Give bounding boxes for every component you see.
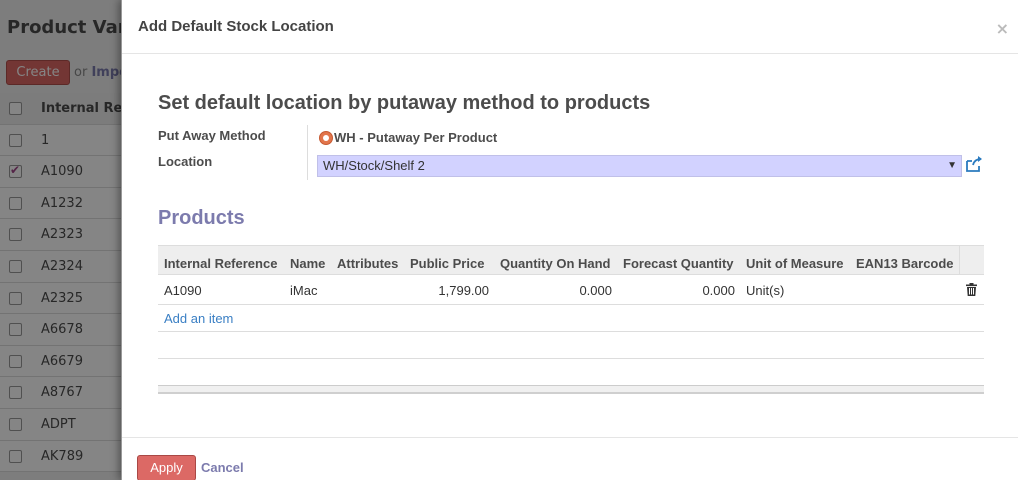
cell-quantity-on-hand: 0.000 <box>579 283 612 298</box>
external-link-icon[interactable] <box>965 155 983 173</box>
cell-unit-of-measure: Unit(s) <box>746 283 785 298</box>
column-header-unit-of-measure[interactable]: Unit of Measure <box>746 256 844 271</box>
put-away-method-value: WH - Putaway Per Product <box>334 130 498 145</box>
radio-selected-icon[interactable] <box>319 130 333 145</box>
column-header-attributes[interactable]: Attributes <box>337 256 398 271</box>
chevron-down-icon[interactable]: ▼ <box>947 156 957 176</box>
add-item-link[interactable]: Add an item <box>164 311 233 326</box>
label-separator <box>307 125 308 180</box>
products-table: Internal Reference Name Attributes Publi… <box>158 245 984 394</box>
location-select-value: WH/Stock/Shelf 2 <box>323 158 425 173</box>
location-select[interactable]: WH/Stock/Shelf 2 ▼ <box>317 155 962 177</box>
cell-public-price: 1,799.00 <box>438 283 489 298</box>
header-divider <box>959 246 960 275</box>
column-header-forecast-quantity[interactable]: Forecast Quantity <box>623 256 734 271</box>
add-item-row: Add an item <box>158 305 984 332</box>
cancel-button[interactable]: Cancel <box>201 460 244 475</box>
put-away-method-radio[interactable]: WH - Putaway Per Product <box>319 130 497 145</box>
apply-button[interactable]: Apply <box>137 455 196 480</box>
column-header-ean13-barcode[interactable]: EAN13 Barcode <box>856 256 954 271</box>
location-label: Location <box>158 154 213 169</box>
products-section-title: Products <box>158 207 245 229</box>
modal-header: Add Default Stock Location × <box>122 0 1018 54</box>
table-footer <box>158 385 984 394</box>
empty-row <box>158 332 984 359</box>
column-header-internal-reference[interactable]: Internal Reference <box>164 256 277 271</box>
cell-forecast-quantity: 0.000 <box>702 283 735 298</box>
trash-icon[interactable] <box>966 283 977 296</box>
table-row[interactable]: A1090 iMac 1,799.00 0.000 0.000 Unit(s) <box>158 275 984 305</box>
form-heading: Set default location by putaway method t… <box>158 92 651 114</box>
products-table-header: Internal Reference Name Attributes Publi… <box>158 245 984 275</box>
cell-internal-reference: A1090 <box>164 283 202 298</box>
put-away-method-label: Put Away Method <box>158 128 266 143</box>
column-header-quantity-on-hand[interactable]: Quantity On Hand <box>500 256 611 271</box>
modal-title: Add Default Stock Location <box>138 18 334 35</box>
add-default-stock-location-dialog: Add Default Stock Location × Set default… <box>121 0 1018 480</box>
modal-footer: Apply Cancel <box>122 437 1018 480</box>
close-icon[interactable]: × <box>996 19 1009 38</box>
column-header-public-price[interactable]: Public Price <box>410 256 484 271</box>
cell-name: iMac <box>290 283 318 298</box>
column-header-name[interactable]: Name <box>290 256 325 271</box>
